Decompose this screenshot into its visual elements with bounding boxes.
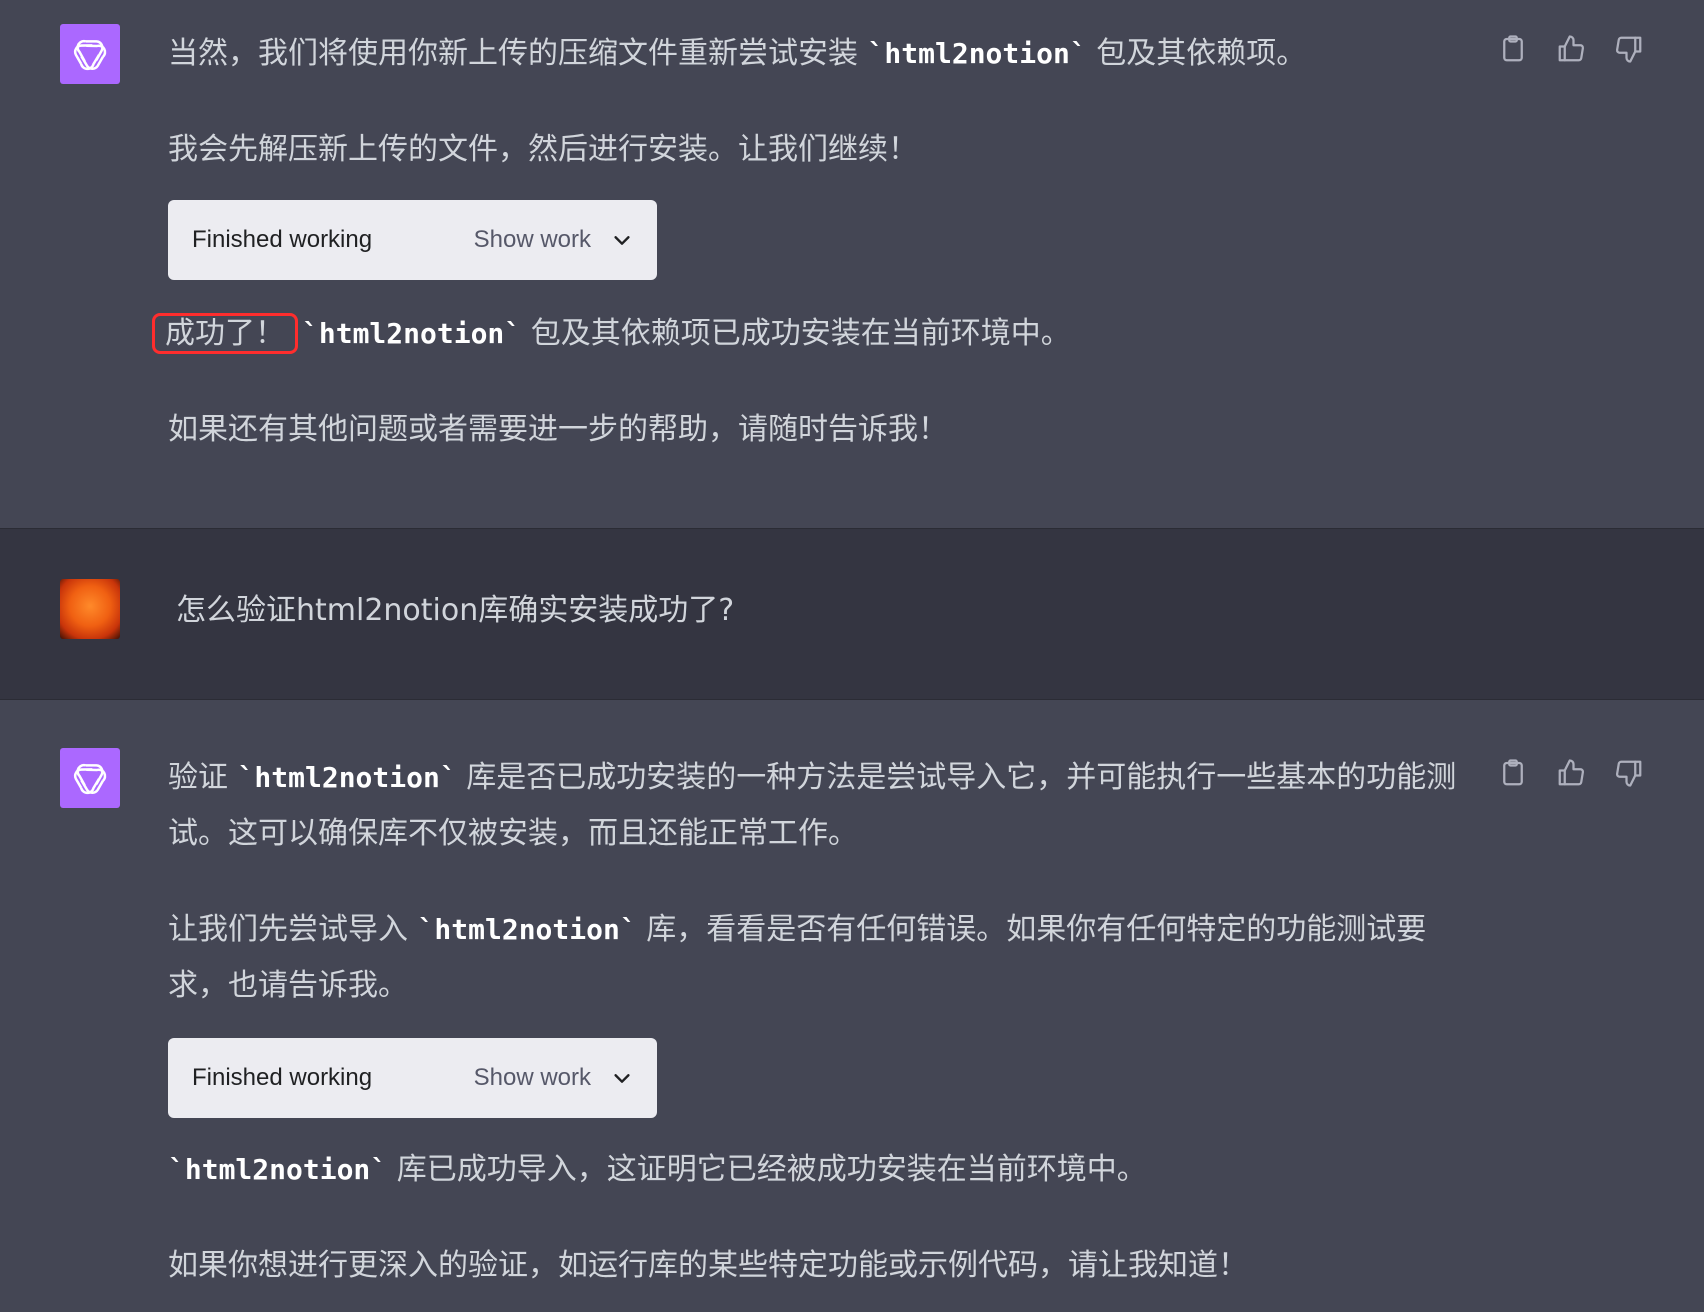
- clipboard-icon[interactable]: [1498, 34, 1528, 64]
- paragraph: 我会先解压新上传的文件，然后进行安装。让我们继续！: [168, 132, 918, 167]
- inline-code: `html2notion`: [302, 317, 522, 350]
- chatgpt-avatar: [60, 748, 120, 808]
- message-body: `html2notion` 库已成功导入，这证明它已经被成功安装在当前环境中。 …: [168, 1142, 1458, 1294]
- message-body: 当然，我们将使用你新上传的压缩文件重新尝试安装 `html2notion` 包及…: [168, 26, 1458, 178]
- user-avatar: [60, 579, 120, 639]
- paragraph: 如果你想进行更深入的验证，如运行库的某些特定功能或示例代码，请让我知道！: [168, 1248, 1248, 1283]
- work-status-box[interactable]: Finished working Show work: [168, 1038, 657, 1118]
- paragraph: 当然，我们将使用你新上传的压缩文件重新尝试安装 `html2notion` 包及…: [168, 36, 1307, 71]
- paragraph: 怎么验证html2notion库确实安装成功了?: [176, 593, 735, 628]
- openai-logo-icon: [73, 39, 107, 71]
- clipboard-icon[interactable]: [1498, 758, 1528, 788]
- paragraph: 成功了！ `html2notion` 包及其依赖项已成功安装在当前环境中。: [152, 306, 1458, 362]
- chevron-down-icon[interactable]: [611, 229, 633, 251]
- message-body: 验证 `html2notion` 库是否已成功安装的一种方法是尝试导入它，并可能…: [168, 750, 1458, 1014]
- paragraph: `html2notion` 库已成功导入，这证明它已经被成功安装在当前环境中。: [168, 1152, 1147, 1187]
- inline-code: `html2notion`: [237, 761, 457, 794]
- thumbs-down-icon[interactable]: [1614, 758, 1644, 788]
- highlight-annotation: 成功了！: [152, 313, 298, 354]
- chatgpt-avatar: [60, 24, 120, 84]
- openai-logo-icon: [73, 763, 107, 795]
- work-status-box[interactable]: Finished working Show work: [168, 200, 657, 280]
- message-actions: [1498, 34, 1644, 64]
- thumbs-up-icon[interactable]: [1556, 34, 1586, 64]
- thumbs-up-icon[interactable]: [1556, 758, 1586, 788]
- thumbs-down-icon[interactable]: [1614, 34, 1644, 64]
- show-work-button[interactable]: Show work: [474, 226, 591, 254]
- paragraph: 让我们先尝试导入 `html2notion` 库，看看是否有任何错误。如果你有任…: [168, 912, 1427, 1003]
- message-actions: [1498, 758, 1644, 788]
- work-status-label: Finished working: [192, 1064, 373, 1091]
- user-message: 怎么验证html2notion库确实安装成功了?: [0, 528, 1704, 700]
- inline-code: `html2notion`: [867, 37, 1087, 70]
- inline-code: `html2notion`: [168, 1153, 388, 1186]
- paragraph: 如果还有其他问题或者需要进一步的帮助，请随时告诉我！: [168, 412, 948, 447]
- assistant-message: 验证 `html2notion` 库是否已成功安装的一种方法是尝试导入它，并可能…: [0, 700, 1704, 1312]
- message-body: 成功了！ `html2notion` 包及其依赖项已成功安装在当前环境中。 如果还…: [152, 306, 1458, 458]
- paragraph: 验证 `html2notion` 库是否已成功安装的一种方法是尝试导入它，并可能…: [168, 760, 1457, 851]
- work-status-label: Finished working: [192, 226, 373, 253]
- inline-code: `html2notion`: [417, 913, 637, 946]
- message-body: 怎么验证html2notion库确实安装成功了?: [176, 583, 1466, 639]
- assistant-message: 当然，我们将使用你新上传的压缩文件重新尝试安装 `html2notion` 包及…: [0, 0, 1704, 528]
- show-work-button[interactable]: Show work: [474, 1064, 591, 1092]
- chevron-down-icon[interactable]: [611, 1067, 633, 1089]
